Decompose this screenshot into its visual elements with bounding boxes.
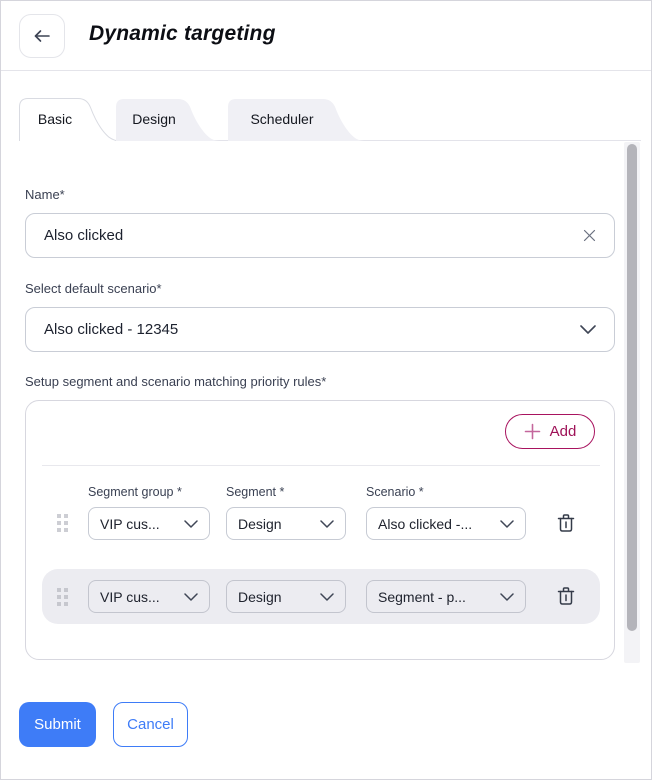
segment-group-value: VIP cus... xyxy=(100,516,160,532)
scenario-select[interactable]: Segment - p... xyxy=(366,580,526,613)
cancel-button[interactable]: Cancel xyxy=(113,702,188,747)
trash-icon xyxy=(557,586,575,606)
default-scenario-select[interactable]: Also clicked - 12345 xyxy=(25,307,615,352)
delete-rule-button[interactable] xyxy=(554,511,578,535)
segment-group-select[interactable]: VIP cus... xyxy=(88,580,210,613)
col-segment: Segment * xyxy=(226,485,284,499)
scenario-value: Segment - p... xyxy=(378,589,466,605)
scenario-select[interactable]: Also clicked -... xyxy=(366,507,526,540)
dynamic-targeting-window: Dynamic targeting Basic Design Scheduler… xyxy=(0,0,652,780)
segment-select[interactable]: Design xyxy=(226,580,346,613)
segment-select[interactable]: Design xyxy=(226,507,346,540)
segment-group-value: VIP cus... xyxy=(100,589,160,605)
drag-handle-icon[interactable] xyxy=(57,588,69,606)
clear-x-icon[interactable] xyxy=(583,229,596,242)
back-button[interactable] xyxy=(19,14,65,58)
chevron-down-icon xyxy=(320,520,334,528)
tab-bar: Basic Design Scheduler xyxy=(1,97,651,141)
submit-button[interactable]: Submit xyxy=(19,702,96,747)
rule-row-highlighted: VIP cus... Design Segment - p... xyxy=(42,569,600,624)
tab-scheduler-label: Scheduler xyxy=(228,97,336,141)
name-label: Name* xyxy=(25,187,65,202)
header: Dynamic targeting xyxy=(1,1,651,71)
segment-value: Design xyxy=(238,516,282,532)
default-scenario-value: Also clicked - 12345 xyxy=(44,321,178,338)
chevron-down-icon xyxy=(320,593,334,601)
scrollbar-thumb[interactable] xyxy=(627,144,637,631)
page-title: Dynamic targeting xyxy=(89,22,276,46)
scenario-value: Also clicked -... xyxy=(378,516,472,532)
tab-scheduler[interactable]: Scheduler xyxy=(228,97,368,141)
rules-label: Setup segment and scenario matching prio… xyxy=(25,374,326,389)
panel-divider xyxy=(42,465,600,466)
add-button-label: Add xyxy=(550,423,577,440)
chevron-down-icon xyxy=(500,520,514,528)
col-segment-group: Segment group * xyxy=(88,485,182,499)
segment-value: Design xyxy=(238,589,282,605)
tab-basic-label: Basic xyxy=(19,97,91,141)
rules-panel: Add Segment group * Segment * Scenario *… xyxy=(25,400,615,660)
chevron-down-icon xyxy=(580,325,596,334)
add-rule-button[interactable]: Add xyxy=(505,414,595,449)
chevron-down-icon xyxy=(500,593,514,601)
arrow-left-icon xyxy=(33,29,51,43)
default-scenario-label: Select default scenario* xyxy=(25,281,162,296)
tab-design[interactable]: Design xyxy=(116,97,223,141)
col-scenario: Scenario * xyxy=(366,485,424,499)
trash-icon xyxy=(557,513,575,533)
scrollbar-track[interactable] xyxy=(624,142,640,663)
segment-group-select[interactable]: VIP cus... xyxy=(88,507,210,540)
chevron-down-icon xyxy=(184,520,198,528)
chevron-down-icon xyxy=(184,593,198,601)
name-input-wrapper xyxy=(25,213,615,258)
tab-basic[interactable]: Basic xyxy=(19,97,123,141)
plus-icon xyxy=(524,423,541,440)
tab-design-label: Design xyxy=(116,97,192,141)
drag-handle-icon[interactable] xyxy=(57,514,69,532)
delete-rule-button[interactable] xyxy=(554,584,578,608)
name-input[interactable] xyxy=(44,227,583,244)
